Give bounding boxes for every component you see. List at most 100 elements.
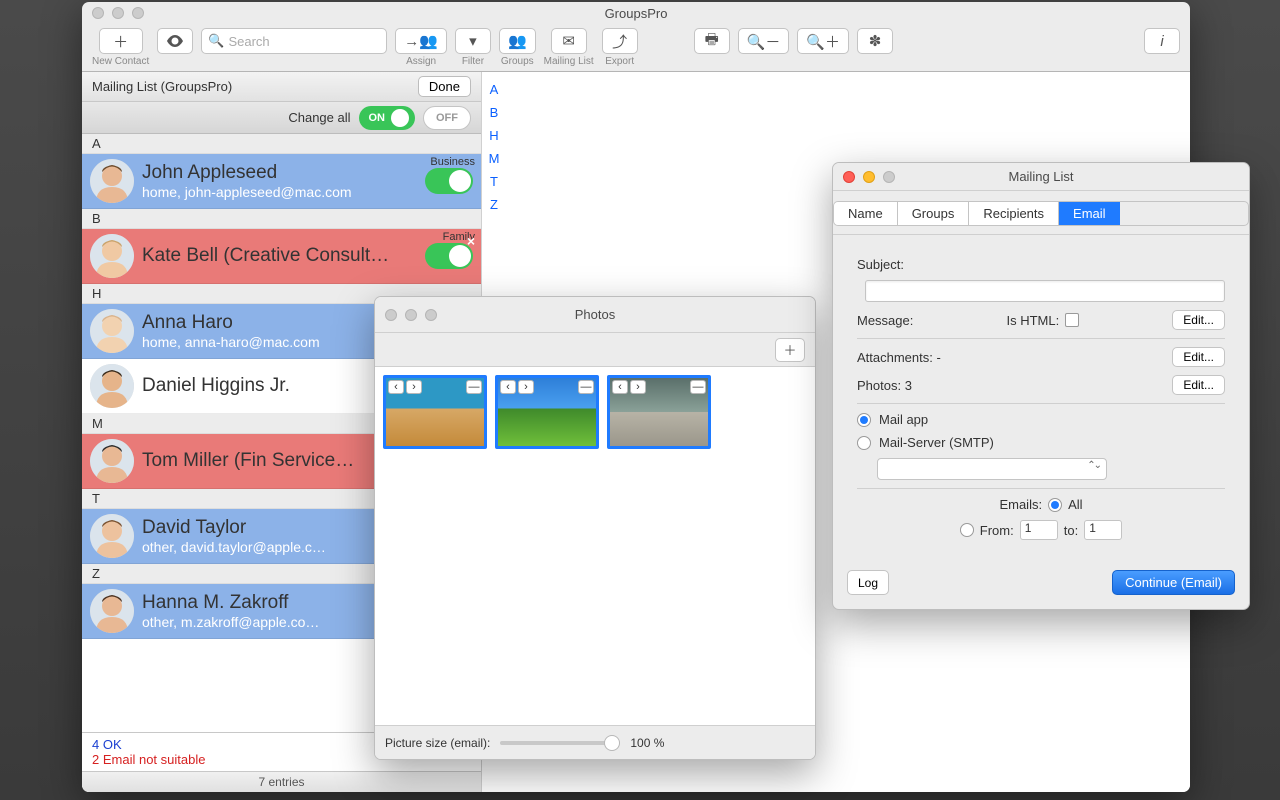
contact-toggle[interactable] [425, 243, 473, 269]
edit-photos-button[interactable]: Edit... [1172, 375, 1225, 395]
picture-size-slider[interactable] [500, 741, 620, 745]
main-titlebar: GroupsPro [82, 2, 1190, 24]
photos-footer: Picture size (email): 100 % [375, 725, 815, 759]
photos-window: Photos ＋ ‹› — ‹› — ‹› — Picture size (em… [374, 296, 816, 760]
avatar [90, 159, 134, 203]
avatar [90, 364, 134, 408]
next-icon[interactable]: › [630, 380, 646, 394]
photo-thumb[interactable]: ‹› — [383, 375, 487, 449]
ml-titlebar: Mailing List [833, 163, 1249, 191]
tab-name[interactable]: Name [834, 202, 898, 225]
search-icon: 🔍 [208, 33, 224, 49]
emails-from-radio[interactable] [960, 523, 974, 537]
remove-photo-icon[interactable]: — [578, 380, 594, 394]
message-label: Message: [857, 313, 913, 328]
zoom-out-button[interactable]: 🔍－ [738, 28, 790, 54]
prev-icon[interactable]: ‹ [388, 380, 404, 394]
contact-toggle[interactable] [425, 168, 473, 194]
add-photo-button[interactable]: ＋ [775, 338, 805, 362]
done-button[interactable]: Done [418, 76, 471, 97]
avatar [90, 439, 134, 483]
index-letter-A[interactable]: A [482, 78, 506, 101]
assign-button[interactable]: →👥 [395, 28, 447, 54]
emails-all-radio[interactable] [1048, 498, 1062, 512]
picture-size-value: 100 % [630, 736, 664, 750]
prev-icon[interactable]: ‹ [500, 380, 516, 394]
filter-button[interactable]: ▾ [455, 28, 491, 54]
index-letter-H[interactable]: H [482, 124, 506, 147]
assign-label: Assign [406, 56, 436, 67]
continue-button[interactable]: Continue (Email) [1112, 570, 1235, 595]
photos-titlebar: Photos [375, 297, 815, 333]
contact-row[interactable]: John Appleseedhome, john-appleseed@mac.c… [82, 154, 481, 209]
index-letter-M[interactable]: M [482, 147, 506, 170]
mailapp-radio[interactable] [857, 413, 871, 427]
ml-body: Subject: Message: Is HTML: Edit... Attac… [843, 245, 1239, 560]
search-input[interactable]: 🔍 Search [201, 28, 387, 54]
preview-button[interactable] [157, 28, 193, 54]
ishtml-checkbox[interactable] [1065, 313, 1079, 327]
filter-label: Filter [462, 56, 484, 67]
index-letter-T[interactable]: T [482, 170, 506, 193]
search-placeholder: Search [228, 34, 269, 49]
section-header: A [82, 134, 481, 154]
ml-tabs: Name Groups Recipients Email [833, 201, 1249, 226]
avatar [90, 234, 134, 278]
subject-label: Subject: [857, 257, 904, 272]
mailing-list-button[interactable]: ✉ [551, 28, 587, 54]
remove-photo-icon[interactable]: — [466, 380, 482, 394]
contact-tag: Business [430, 156, 475, 168]
attachments-label: Attachments: - [857, 350, 941, 365]
edit-message-button[interactable]: Edit... [1172, 310, 1225, 330]
next-icon[interactable]: › [406, 380, 422, 394]
section-header: B [82, 209, 481, 229]
remove-photo-icon[interactable]: — [690, 380, 706, 394]
ml-footer: Log Continue (Email) [833, 570, 1249, 609]
tab-groups[interactable]: Groups [898, 202, 970, 225]
list-header-title: Mailing List (GroupsPro) [92, 79, 232, 94]
avatar [90, 589, 134, 633]
export-button[interactable]: ⤴ [602, 28, 638, 54]
emails-from-label: From: [980, 523, 1014, 538]
next-icon[interactable]: › [518, 380, 534, 394]
contact-name: John Appleseed [142, 162, 417, 184]
smtp-select[interactable] [877, 458, 1107, 480]
prev-icon[interactable]: ‹ [612, 380, 628, 394]
print-button[interactable]: 🖶 [694, 28, 730, 54]
contact-row[interactable]: Kate Bell (Creative Consult…Family× [82, 229, 481, 284]
smtp-radio[interactable] [857, 436, 871, 450]
settings-button[interactable]: ✽ [857, 28, 893, 54]
new-contact-button[interactable]: ＋ [99, 28, 143, 54]
remove-icon[interactable]: × [467, 233, 475, 249]
new-contact-label: New Contact [92, 56, 149, 67]
tab-email[interactable]: Email [1059, 202, 1120, 225]
photos-toolbar: ＋ [375, 333, 815, 367]
emails-to-input[interactable]: 1 [1084, 520, 1122, 540]
ishtml-label: Is HTML: [1006, 313, 1059, 328]
change-all-on-toggle[interactable]: ON [359, 106, 416, 130]
groups-button[interactable]: 👥 [499, 28, 536, 54]
emails-from-input[interactable]: 1 [1020, 520, 1058, 540]
smtp-label: Mail-Server (SMTP) [879, 435, 994, 450]
photo-thumb[interactable]: ‹› — [495, 375, 599, 449]
log-button[interactable]: Log [847, 570, 889, 595]
photos-title: Photos [375, 307, 815, 322]
avatar [90, 514, 134, 558]
change-all-label: Change all [288, 110, 350, 125]
index-letter-B[interactable]: B [482, 101, 506, 124]
index-letter-Z[interactable]: Z [482, 193, 506, 216]
photo-thumb[interactable]: ‹› — [607, 375, 711, 449]
change-all-off-toggle[interactable]: OFF [423, 106, 471, 130]
tab-recipients[interactable]: Recipients [969, 202, 1059, 225]
edit-attachments-button[interactable]: Edit... [1172, 347, 1225, 367]
picture-size-label: Picture size (email): [385, 736, 490, 750]
avatar [90, 309, 134, 353]
contact-info: Kate Bell (Creative Consult… [142, 245, 417, 267]
mailing-list-window: Mailing List Name Groups Recipients Emai… [832, 162, 1250, 610]
info-button[interactable]: i [1144, 28, 1180, 54]
emails-all-label: All [1068, 497, 1082, 512]
zoom-in-button[interactable]: 🔍＋ [797, 28, 849, 54]
subject-input[interactable] [865, 280, 1225, 302]
change-all-row: Change all ON OFF [82, 102, 481, 134]
list-header: Mailing List (GroupsPro) Done [82, 72, 481, 102]
